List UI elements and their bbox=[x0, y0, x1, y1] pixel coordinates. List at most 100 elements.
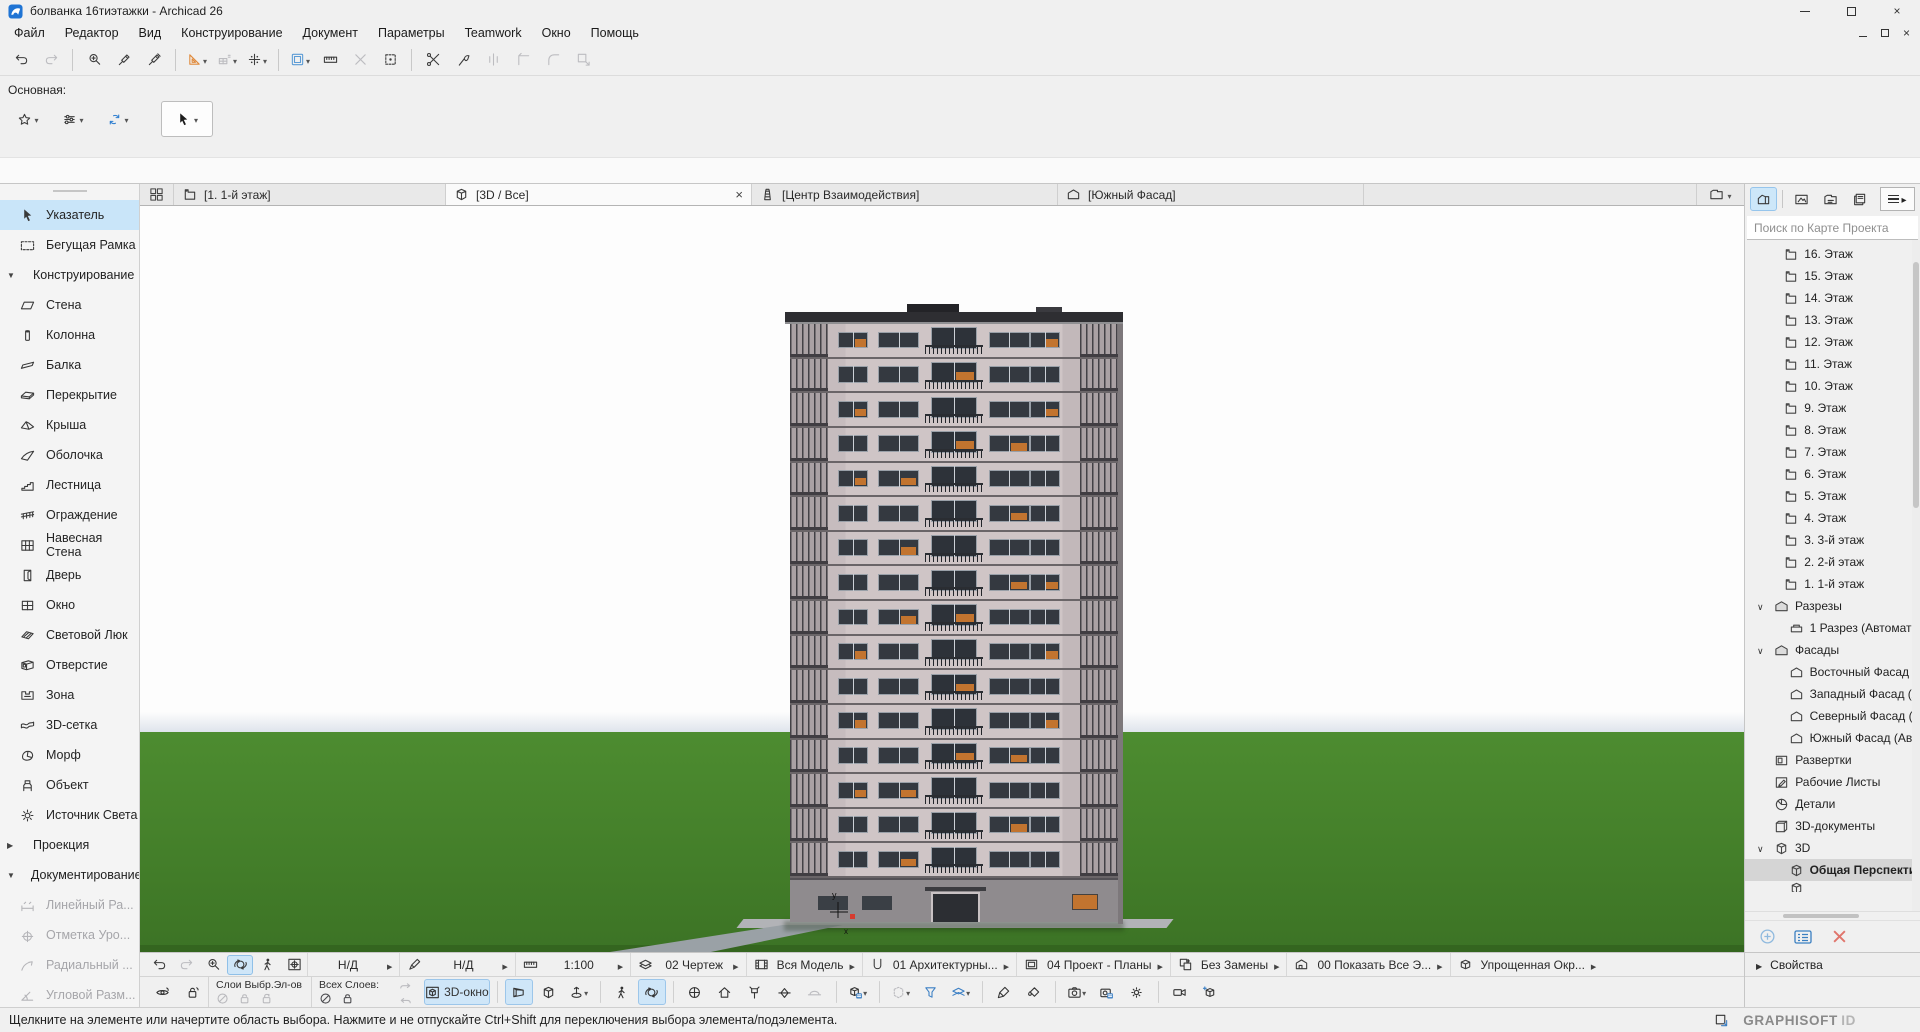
cut-planes-button[interactable] bbox=[947, 979, 975, 1005]
marquee-3d-button[interactable] bbox=[887, 979, 915, 1005]
tree-3d-documents[interactable]: 3D-документы bbox=[1745, 815, 1920, 837]
tree-generic-perspective[interactable]: Общая Перспектив bbox=[1745, 859, 1920, 881]
surface-painter-button[interactable] bbox=[990, 979, 1018, 1005]
sun-study-button[interactable] bbox=[1123, 979, 1151, 1005]
tree-story-3[interactable]: 3. 3-й этаж bbox=[1745, 529, 1920, 551]
toolbar-separator[interactable] bbox=[411, 49, 412, 71]
snap-guides-button[interactable] bbox=[285, 47, 315, 73]
tree-hscrollbar-thumb[interactable] bbox=[1783, 914, 1859, 918]
partial-structure-chip[interactable]: Вся Модель bbox=[746, 953, 862, 976]
intersect-button[interactable] bbox=[508, 47, 538, 73]
row2-separator[interactable] bbox=[982, 981, 983, 1003]
tool-dim-level[interactable]: Отметка Уро... bbox=[0, 920, 139, 950]
tab-floor-plan[interactable]: [1. 1-й этаж] bbox=[174, 184, 446, 205]
toolbar-separator[interactable] bbox=[278, 49, 279, 71]
tree-item-partial[interactable] bbox=[1745, 881, 1920, 892]
menu-item[interactable]: Окно bbox=[532, 24, 581, 42]
layer-undo-icon[interactable] bbox=[398, 992, 412, 1003]
3d-settings-button[interactable] bbox=[844, 979, 872, 1005]
redo-button[interactable] bbox=[36, 47, 66, 73]
tree-story-13[interactable]: 13. Этаж bbox=[1745, 309, 1920, 331]
walk-mode-button[interactable] bbox=[608, 979, 636, 1005]
render-button[interactable] bbox=[1063, 979, 1091, 1005]
tree-elevations[interactable]: Фасады bbox=[1745, 639, 1920, 661]
tree-elevation-west[interactable]: Западный Фасад (А bbox=[1745, 683, 1920, 705]
tool-shell[interactable]: Оболочка bbox=[0, 440, 139, 470]
pivot-button[interactable] bbox=[565, 979, 593, 1005]
project-map-search-input[interactable] bbox=[1747, 216, 1918, 240]
tool-dim-linear[interactable]: Линейный Ра... bbox=[0, 890, 139, 920]
filter-elements-button[interactable] bbox=[917, 979, 945, 1005]
row2-separator[interactable] bbox=[673, 981, 674, 1003]
tool-stair[interactable]: Лестница bbox=[0, 470, 139, 500]
tab-3d-all[interactable]: [3D / Все] × bbox=[446, 184, 752, 205]
tab-list-button[interactable] bbox=[1696, 184, 1744, 205]
menu-item[interactable]: Параметры bbox=[368, 24, 455, 42]
chevron-down-icon[interactable] bbox=[1757, 841, 1768, 855]
tree-worksheets[interactable]: Рабочие Листы bbox=[1745, 771, 1920, 793]
perspective-button[interactable] bbox=[505, 979, 533, 1005]
tree-3d[interactable]: 3D bbox=[1745, 837, 1920, 859]
tool-slab[interactable]: Перекрытие bbox=[0, 380, 139, 410]
maximize-button[interactable] bbox=[1828, 0, 1874, 22]
orbit-mode-button[interactable] bbox=[638, 979, 666, 1005]
zoom-in-button[interactable] bbox=[200, 955, 226, 975]
doc-close-button[interactable]: × bbox=[1903, 26, 1910, 40]
model-view-options-chip[interactable]: 04 Проект - Планы bbox=[1016, 953, 1170, 976]
tool-railing[interactable]: Ограждение bbox=[0, 500, 139, 530]
close-button[interactable]: × bbox=[1874, 0, 1920, 22]
sync-settings-button[interactable] bbox=[98, 106, 138, 132]
drag-elements-button[interactable] bbox=[375, 47, 405, 73]
camera-position-button[interactable] bbox=[741, 979, 769, 1005]
tree-story-14[interactable]: 14. Этаж bbox=[1745, 287, 1920, 309]
snap-points-button[interactable] bbox=[242, 47, 272, 73]
view-back-button[interactable] bbox=[146, 955, 172, 975]
tool-mesh[interactable]: 3D-сетка bbox=[0, 710, 139, 740]
row2-separator[interactable] bbox=[879, 981, 880, 1003]
transfer-icon[interactable] bbox=[1714, 1013, 1731, 1028]
tree-section-1[interactable]: 1 Разрез (Автомати bbox=[1745, 617, 1920, 639]
tool-dim-angle[interactable]: Угловой Разм... bbox=[0, 980, 139, 1007]
toolbox-section-design[interactable]: Конструирование bbox=[0, 260, 139, 290]
row2-separator[interactable] bbox=[1158, 981, 1159, 1003]
toolbar-separator[interactable] bbox=[175, 49, 176, 71]
tree-hscrollbar-track[interactable] bbox=[1745, 911, 1920, 920]
menu-item[interactable]: Вид bbox=[129, 24, 172, 42]
view-map-button[interactable] bbox=[1788, 187, 1815, 211]
project-map-button[interactable] bbox=[1750, 187, 1777, 211]
coordinates-button[interactable] bbox=[212, 47, 242, 73]
properties-panel-header[interactable]: Свойства bbox=[1745, 952, 1920, 976]
tool-roof[interactable]: Крыша bbox=[0, 410, 139, 440]
tree-story-7[interactable]: 7. Этаж bbox=[1745, 441, 1920, 463]
render-settings-button[interactable] bbox=[1093, 979, 1121, 1005]
explore-button[interactable] bbox=[254, 955, 280, 975]
chevron-down-icon[interactable] bbox=[1757, 643, 1768, 657]
lock-layer-icon[interactable] bbox=[238, 992, 251, 1004]
show-hide-toggle-button[interactable] bbox=[148, 979, 176, 1005]
layer-redo-icon[interactable] bbox=[398, 981, 412, 992]
inject-parameters-button[interactable] bbox=[109, 47, 139, 73]
tool-door[interactable]: Дверь bbox=[0, 560, 139, 590]
row2-separator[interactable] bbox=[600, 981, 601, 1003]
undo-button[interactable] bbox=[6, 47, 36, 73]
3d-style-chip[interactable]: Упрощенная Окр... bbox=[1450, 953, 1604, 976]
add-view-button[interactable] bbox=[1757, 928, 1777, 946]
navigator-menu-button[interactable] bbox=[1880, 187, 1915, 211]
tab-south-elevation[interactable]: [Южный Фасад] bbox=[1058, 184, 1364, 205]
menu-item[interactable]: Teamwork bbox=[455, 24, 532, 42]
trim-button[interactable] bbox=[448, 47, 478, 73]
inject-all-parameters-button[interactable] bbox=[139, 47, 169, 73]
toolbox-section-views[interactable]: Проекция bbox=[0, 830, 139, 860]
orientation-chip[interactable]: Н/Д bbox=[399, 953, 514, 976]
graphic-override-chip[interactable]: Без Замены bbox=[1170, 953, 1287, 976]
lock-toggle-button[interactable] bbox=[178, 979, 206, 1005]
tool-object[interactable]: Объект bbox=[0, 770, 139, 800]
tool-light[interactable]: Источник Света bbox=[0, 800, 139, 830]
tree-story-16[interactable]: 16. Этаж bbox=[1745, 243, 1920, 265]
tree-scrollbar-thumb[interactable] bbox=[1913, 262, 1919, 508]
tree-details[interactable]: Детали bbox=[1745, 793, 1920, 815]
row2-separator[interactable] bbox=[497, 981, 498, 1003]
favorites-button[interactable] bbox=[8, 106, 48, 132]
look-to-button[interactable] bbox=[681, 979, 709, 1005]
tool-wall[interactable]: Стена bbox=[0, 290, 139, 320]
